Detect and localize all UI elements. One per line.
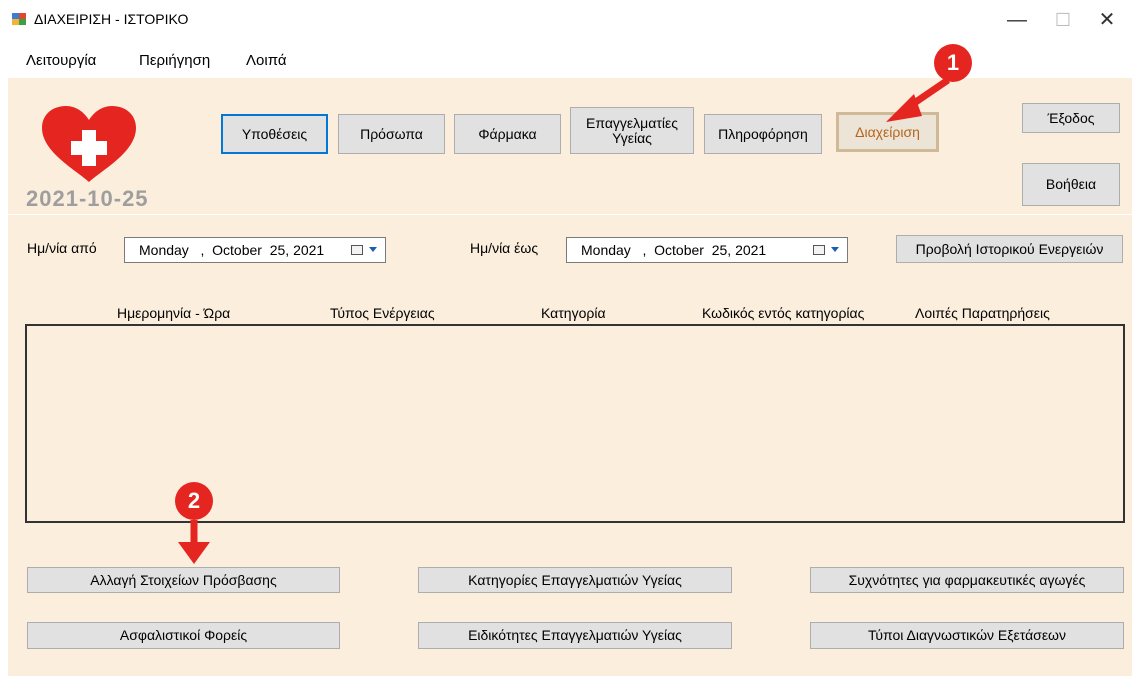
health-professionals-button[interactable]: Επαγγελματίες Υγείας [570, 107, 694, 154]
from-date-picker[interactable]: Monday , October 25, 2021 [124, 237, 386, 263]
cases-button[interactable]: Υποθέσεις [221, 114, 328, 154]
to-date-picker[interactable]: Monday , October 25, 2021 [566, 237, 848, 263]
persons-button[interactable]: Πρόσωπα [338, 114, 445, 154]
calendar-icon [351, 245, 363, 255]
insurance-providers-button[interactable]: Ασφαλιστικοί Φορείς [27, 622, 340, 649]
column-header-action-type[interactable]: Τύπος Ενέργειας [330, 305, 435, 321]
dropdown-arrow-icon [369, 247, 377, 252]
health-professional-specialties-button[interactable]: Ειδικότητες Επαγγελματιών Υγείας [418, 622, 732, 649]
menu-item-other[interactable]: Λοιπά [246, 52, 287, 69]
menu-item-function[interactable]: Λειτουργία [26, 52, 96, 69]
red-arrow [880, 76, 960, 126]
minimize-button[interactable]: — [994, 6, 1040, 34]
header-separator [8, 214, 1132, 215]
exit-button[interactable]: Έξοδος [1022, 103, 1120, 133]
view-history-button[interactable]: Προβολή Ιστορικού Ενεργειών [896, 235, 1123, 263]
annotation-badge-2: 2 [175, 482, 213, 520]
column-header-category-code[interactable]: Κωδικός εντός κατηγορίας [702, 305, 864, 321]
to-date-label: Ημ/νία έως [470, 240, 539, 256]
change-access-credentials-button[interactable]: Αλλαγή Στοιχείων Πρόσβασης [27, 567, 340, 593]
current-date: 2021-10-25 [26, 186, 149, 211]
diagnostic-test-types-button[interactable]: Τύποι Διαγνωστικών Εξετάσεων [810, 622, 1124, 649]
from-date-label: Ημ/νία από [27, 240, 97, 256]
column-header-notes[interactable]: Λοιπές Παρατηρήσεις [915, 305, 1050, 321]
close-button[interactable]: ✕ [1084, 6, 1130, 34]
health-professional-categories-button[interactable]: Κατηγορίες Επαγγελματιών Υγείας [418, 567, 732, 593]
help-button[interactable]: Βοήθεια [1022, 163, 1120, 206]
window-title: ΔΙΑΧΕΙΡΙΣΗ - ΙΣΤΟΡΙΚΟ [34, 11, 189, 27]
menu-item-navigation[interactable]: Περιήγηση [139, 52, 210, 69]
column-header-datetime[interactable]: Ημερομηνία - Ώρα [117, 305, 230, 321]
heart-cross-logo [36, 104, 142, 184]
column-header-category[interactable]: Κατηγορία [541, 305, 606, 321]
dropdown-arrow-icon [831, 247, 839, 252]
calendar-icon [813, 245, 825, 255]
red-arrow [172, 520, 216, 566]
app-icon [12, 13, 26, 25]
drugs-button[interactable]: Φάρμακα [454, 114, 561, 154]
to-date-value: Monday , October 25, 2021 [581, 242, 767, 258]
from-date-value: Monday , October 25, 2021 [139, 242, 325, 258]
maximize-button[interactable]: ☐ [1040, 6, 1086, 34]
medication-frequencies-button[interactable]: Συχνότητες για φαρμακευτικές αγωγές [810, 567, 1124, 593]
information-button[interactable]: Πληροφόρηση [704, 114, 822, 154]
